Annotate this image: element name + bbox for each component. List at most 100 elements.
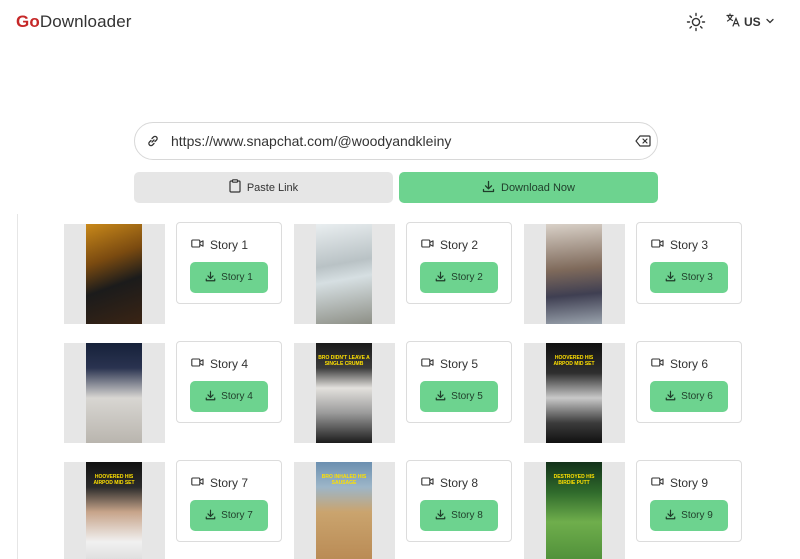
clipboard-icon — [229, 179, 241, 196]
story-download-label: Story 6 — [681, 391, 713, 402]
language-select[interactable]: US — [726, 12, 775, 32]
sun-icon[interactable] — [686, 12, 706, 32]
download-icon — [205, 390, 216, 404]
story-thumbnail-frame — [64, 343, 165, 443]
story-item: Story 1 Story 1 — [64, 222, 294, 324]
story-thumbnail[interactable]: HOOVERED HIS AIRPOD MID SET — [86, 462, 142, 559]
story-item: Story 2 Story 2 — [294, 222, 524, 324]
chevron-down-icon — [765, 13, 775, 31]
story-download-button[interactable]: Story 6 — [650, 381, 728, 412]
story-title-text: Story 2 — [440, 238, 479, 252]
video-camera-icon — [651, 476, 664, 490]
story-download-button[interactable]: Story 9 — [650, 500, 728, 531]
video-camera-icon — [651, 357, 664, 371]
story-thumbnail[interactable]: HOOVERED HIS AIRPOD MID SET — [546, 343, 602, 443]
story-card: Story 3 Story 3 — [636, 222, 742, 304]
story-download-label: Story 5 — [451, 391, 483, 402]
story-thumbnail[interactable] — [86, 224, 142, 324]
story-title-text: Story 5 — [440, 357, 479, 371]
story-thumbnail[interactable]: BRO INHALED HIS SAUSAGE — [316, 462, 372, 559]
story-download-label: Story 7 — [221, 510, 253, 521]
link-icon — [146, 134, 160, 148]
story-title-text: Story 9 — [670, 476, 709, 490]
story-item: HOOVERED HIS AIRPOD MID SET Story 7 Story … — [64, 460, 294, 559]
story-download-button[interactable]: Story 2 — [420, 262, 498, 293]
story-thumbnail-frame: DESTROYED HIS BIRDIE PUTT — [524, 462, 625, 559]
story-download-button[interactable]: Story 1 — [190, 262, 268, 293]
video-camera-icon — [191, 357, 204, 371]
story-item: HOOVERED HIS AIRPOD MID SET Story 6 Story … — [524, 341, 754, 443]
story-title-text: Story 7 — [210, 476, 249, 490]
story-download-label: Story 4 — [221, 391, 253, 402]
story-title-text: Story 6 — [670, 357, 709, 371]
video-camera-icon — [191, 476, 204, 490]
download-icon — [482, 180, 495, 196]
story-caption: HOOVERED HIS AIRPOD MID SET — [93, 474, 135, 486]
story-thumbnail[interactable]: DESTROYED HIS BIRDIE PUTT — [546, 462, 602, 559]
download-icon — [205, 271, 216, 285]
story-title: Story 9 — [651, 476, 708, 490]
story-title: Story 4 — [191, 357, 248, 371]
translate-icon — [726, 12, 740, 32]
app-logo[interactable]: GoDownloader — [16, 12, 132, 32]
story-download-label: Story 1 — [221, 272, 253, 283]
download-icon — [435, 390, 446, 404]
story-download-button[interactable]: Story 4 — [190, 381, 268, 412]
story-thumbnail-frame — [294, 224, 395, 324]
download-now-label: Download Now — [501, 181, 575, 194]
story-thumbnail[interactable]: BRO DIDN'T LEAVE A SINGLE CRUMB — [316, 343, 372, 443]
header: GoDownloader US — [0, 0, 800, 46]
story-thumbnail[interactable] — [86, 343, 142, 443]
download-icon — [435, 271, 446, 285]
story-item: DESTROYED HIS BIRDIE PUTT Story 9 Story 9 — [524, 460, 754, 559]
paste-link-button[interactable]: Paste Link — [134, 172, 393, 203]
story-thumbnail-frame: BRO DIDN'T LEAVE A SINGLE CRUMB — [294, 343, 395, 443]
story-title: Story 7 — [191, 476, 248, 490]
story-title: Story 6 — [651, 357, 708, 371]
story-download-label: Story 3 — [681, 272, 713, 283]
story-download-label: Story 8 — [451, 510, 483, 521]
download-icon — [665, 271, 676, 285]
backspace-icon[interactable] — [635, 134, 651, 148]
story-caption: HOOVERED HIS AIRPOD MID SET — [553, 355, 595, 367]
story-title: Story 1 — [191, 238, 248, 252]
story-card: Story 6 Story 6 — [636, 341, 742, 423]
story-caption: DESTROYED HIS BIRDIE PUTT — [553, 474, 595, 486]
download-icon — [435, 509, 446, 523]
story-download-button[interactable]: Story 5 — [420, 381, 498, 412]
story-item: Story 3 Story 3 — [524, 222, 754, 324]
story-thumbnail[interactable] — [546, 224, 602, 324]
story-title: Story 2 — [421, 238, 478, 252]
download-icon — [665, 390, 676, 404]
divider — [17, 214, 18, 559]
story-download-button[interactable]: Story 7 — [190, 500, 268, 531]
logo-prefix: Go — [16, 12, 40, 31]
story-title-text: Story 3 — [670, 238, 709, 252]
story-title-text: Story 4 — [210, 357, 249, 371]
story-download-button[interactable]: Story 3 — [650, 262, 728, 293]
story-thumbnail-frame — [524, 224, 625, 324]
story-download-button[interactable]: Story 8 — [420, 500, 498, 531]
story-card: Story 2 Story 2 — [406, 222, 512, 304]
story-caption: BRO INHALED HIS SAUSAGE — [321, 474, 367, 486]
video-camera-icon — [421, 238, 434, 252]
download-now-button[interactable]: Download Now — [399, 172, 658, 203]
url-input[interactable] — [171, 131, 621, 151]
story-card: Story 4 Story 4 — [176, 341, 282, 423]
story-thumbnail-frame: BRO INHALED HIS SAUSAGE — [294, 462, 395, 559]
story-title-text: Story 8 — [440, 476, 479, 490]
story-item: Story 4 Story 4 — [64, 341, 294, 443]
story-item: BRO INHALED HIS SAUSAGE Story 8 Story 8 — [294, 460, 524, 559]
story-download-label: Story 2 — [451, 272, 483, 283]
story-item: BRO DIDN'T LEAVE A SINGLE CRUMB Story 5 St… — [294, 341, 524, 443]
story-thumbnail-frame — [64, 224, 165, 324]
story-thumbnail[interactable] — [316, 224, 372, 324]
video-camera-icon — [651, 238, 664, 252]
story-title: Story 8 — [421, 476, 478, 490]
story-thumbnail-frame: HOOVERED HIS AIRPOD MID SET — [524, 343, 625, 443]
language-code: US — [744, 15, 761, 29]
logo-suffix: Downloader — [39, 12, 132, 31]
download-icon — [665, 509, 676, 523]
story-card: Story 1 Story 1 — [176, 222, 282, 304]
story-thumbnail-frame: HOOVERED HIS AIRPOD MID SET — [64, 462, 165, 559]
